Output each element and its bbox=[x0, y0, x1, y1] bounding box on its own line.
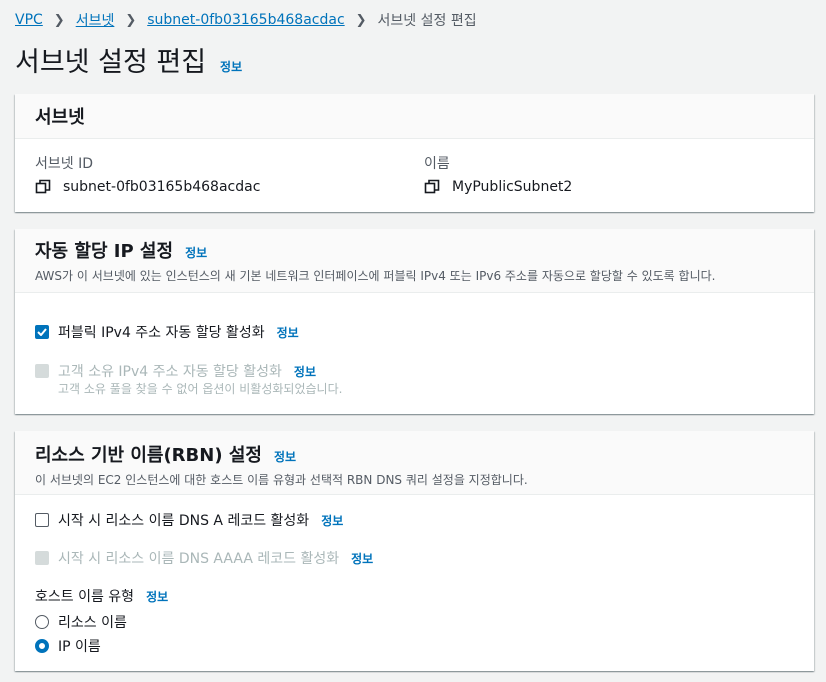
rbn-dns-aaaa-label: 시작 시 리소스 이름 DNS AAAA 레코드 활성화 bbox=[58, 551, 340, 567]
rbn-dns-a-info-link[interactable]: 정보 bbox=[321, 512, 343, 529]
checkbox-disabled bbox=[35, 551, 49, 565]
auto-assign-customer-ipv4-option: 고객 소유 IPv4 주소 자동 할당 활성화 정보 bbox=[35, 361, 316, 381]
subnet-name-field: 이름 MyPublicSubnet2 bbox=[424, 153, 572, 195]
hostname-type-label-row: 호스트 이름 유형 정보 bbox=[35, 586, 168, 606]
check-icon bbox=[37, 328, 47, 336]
breadcrumb: VPC ❯ 서브넷 ❯ subnet-0fb03165b468acdac ❯ 서… bbox=[15, 10, 477, 30]
subnet-id-field: 서브넷 ID subnet-0fb03165b468acdac bbox=[35, 153, 260, 195]
breadcrumb-subnet-id-link[interactable]: subnet-0fb03165b468acdac bbox=[147, 12, 344, 28]
chevron-right-icon: ❯ bbox=[53, 12, 65, 28]
auto-assign-description: AWS가 이 서브넷에 있는 인스턴스의 새 기본 네트워크 인터페이스에 퍼블… bbox=[35, 269, 716, 283]
hostname-type-ip-name-label: IP 이름 bbox=[58, 639, 101, 655]
page-title: 서브넷 설정 편집 bbox=[15, 47, 207, 78]
auto-assign-panel-header: 자동 할당 IP 설정 정보 AWS가 이 서브넷에 있는 인스턴스의 새 기본… bbox=[15, 229, 814, 293]
auto-assign-public-ipv4-label: 퍼블릭 IPv4 주소 자동 할당 활성화 bbox=[58, 325, 265, 341]
radio-unselected[interactable] bbox=[35, 615, 49, 629]
rbn-panel-header: 리소스 기반 이름(RBN) 설정 정보 이 서브넷의 EC2 인스턴스에 대한… bbox=[15, 431, 814, 495]
page-info-link[interactable]: 정보 bbox=[220, 58, 242, 75]
page-header: 서브넷 설정 편집 정보 bbox=[15, 40, 242, 79]
auto-assign-public-ipv4-option[interactable]: 퍼블릭 IPv4 주소 자동 할당 활성화 정보 bbox=[35, 322, 299, 342]
checkbox-unchecked[interactable] bbox=[35, 513, 49, 527]
subnet-panel-header: 서브넷 bbox=[15, 94, 814, 139]
rbn-dns-aaaa-option: 시작 시 리소스 이름 DNS AAAA 레코드 활성화 정보 bbox=[35, 548, 373, 568]
hostname-type-info-link[interactable]: 정보 bbox=[146, 588, 168, 605]
breadcrumb-subnets-link[interactable]: 서브넷 bbox=[76, 10, 115, 30]
subnet-id-label: 서브넷 ID bbox=[35, 156, 93, 172]
rbn-info-link[interactable]: 정보 bbox=[274, 448, 296, 465]
hostname-type-resource-name-option[interactable]: 리소스 이름 bbox=[35, 612, 127, 632]
rbn-description: 이 서브넷의 EC2 인스턴스에 대한 호스트 이름 유형과 선택적 RBN D… bbox=[35, 473, 528, 487]
copy-icon[interactable] bbox=[424, 179, 440, 195]
subnet-name-label: 이름 bbox=[424, 156, 450, 172]
rbn-dns-a-label: 시작 시 리소스 이름 DNS A 레코드 활성화 bbox=[58, 513, 310, 529]
hostname-type-ip-name-option[interactable]: IP 이름 bbox=[35, 636, 101, 656]
subnet-name-value: MyPublicSubnet2 bbox=[452, 179, 573, 195]
checkbox-checked[interactable] bbox=[35, 325, 49, 339]
subnet-name-value-row: MyPublicSubnet2 bbox=[424, 179, 572, 195]
hostname-type-resource-name-label: 리소스 이름 bbox=[58, 615, 127, 631]
auto-assign-info-link[interactable]: 정보 bbox=[185, 244, 207, 261]
auto-assign-customer-ipv4-label: 고객 소유 IPv4 주소 자동 할당 활성화 bbox=[58, 364, 282, 380]
auto-assign-ip-panel: 자동 할당 IP 설정 정보 AWS가 이 서브넷에 있는 인스턴스의 새 기본… bbox=[15, 229, 814, 414]
rbn-title-row: 리소스 기반 이름(RBN) 설정 정보 bbox=[35, 441, 794, 467]
auto-assign-panel-title: 자동 할당 IP 설정 bbox=[35, 241, 174, 262]
hostname-type-label: 호스트 이름 유형 bbox=[35, 589, 135, 605]
auto-assign-customer-ipv4-hint: 고객 소유 풀을 찾을 수 없어 옵션이 비활성화되었습니다. bbox=[58, 382, 343, 396]
auto-assign-public-ipv4-info-link[interactable]: 정보 bbox=[277, 324, 299, 341]
auto-assign-customer-ipv4-info-link[interactable]: 정보 bbox=[294, 363, 316, 380]
checkbox-disabled bbox=[35, 364, 49, 378]
subnet-id-value-row: subnet-0fb03165b468acdac bbox=[35, 179, 260, 195]
rbn-settings-panel: 리소스 기반 이름(RBN) 설정 정보 이 서브넷의 EC2 인스턴스에 대한… bbox=[15, 431, 814, 671]
chevron-right-icon: ❯ bbox=[355, 12, 367, 28]
subnet-id-value: subnet-0fb03165b468acdac bbox=[63, 179, 261, 195]
rbn-panel-title: 리소스 기반 이름(RBN) 설정 bbox=[35, 445, 262, 466]
subnet-panel: 서브넷 서브넷 ID subnet-0fb03165b468acdac 이름 M… bbox=[15, 94, 814, 212]
breadcrumb-vpc-link[interactable]: VPC bbox=[15, 12, 43, 28]
auto-assign-title-row: 자동 할당 IP 설정 정보 bbox=[35, 237, 794, 263]
subnet-panel-title: 서브넷 bbox=[35, 107, 85, 128]
rbn-dns-a-option[interactable]: 시작 시 리소스 이름 DNS A 레코드 활성화 정보 bbox=[35, 510, 343, 530]
breadcrumb-current: 서브넷 설정 편집 bbox=[377, 13, 477, 29]
radio-selected[interactable] bbox=[35, 639, 49, 653]
copy-icon[interactable] bbox=[35, 179, 51, 195]
rbn-dns-aaaa-info-link[interactable]: 정보 bbox=[351, 550, 373, 567]
chevron-right-icon: ❯ bbox=[125, 12, 137, 28]
